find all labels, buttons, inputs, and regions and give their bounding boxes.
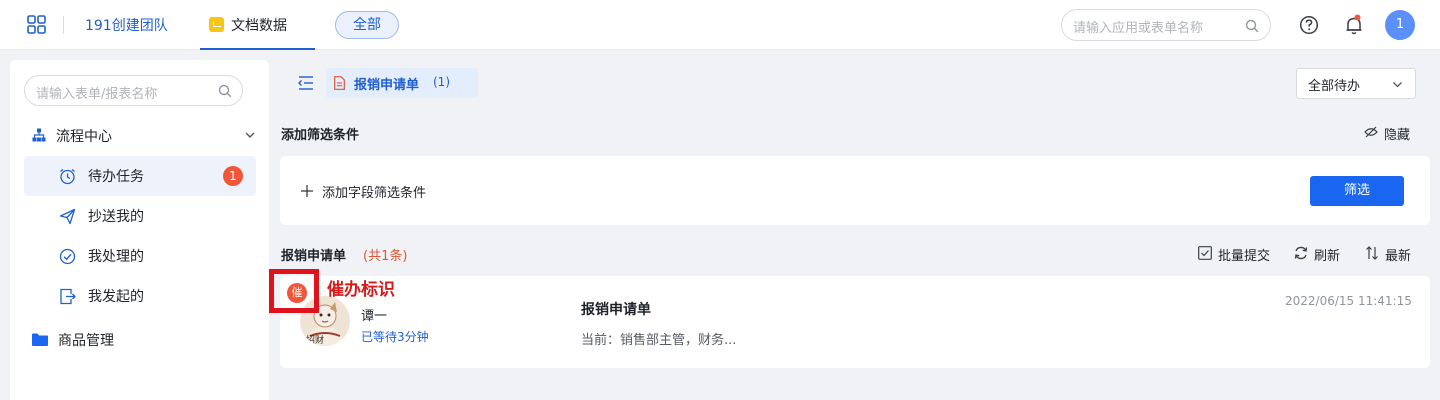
all-button[interactable]: 全部 [335, 11, 399, 39]
task-user-name: 谭一 [361, 309, 388, 324]
form-tab-count: (1) [433, 75, 450, 89]
document-icon [334, 76, 345, 90]
checkbox-list-icon [1198, 246, 1212, 260]
urge-badge: 催 [287, 283, 307, 303]
sidebar: 请输入表单/报表名称 流程中心 待办任务 1 抄送我的 我处理的 我发起的 商品… [10, 60, 269, 400]
sort-icon [1366, 246, 1378, 260]
collapse-sidebar-icon[interactable] [298, 76, 314, 90]
hide-filter-label: 隐藏 [1384, 128, 1411, 143]
alarm-clock-icon [60, 168, 75, 185]
sidebar-group-product-mgmt[interactable]: 商品管理 [24, 325, 256, 355]
chevron-down-icon [1393, 82, 1402, 88]
plus-icon [301, 185, 313, 197]
doc-data-icon [209, 17, 224, 32]
batch-submit-label: 批量提交 [1218, 249, 1271, 264]
form-tab-label: 报销申请单 [354, 78, 420, 93]
sidebar-item-label: 抄送我的 [88, 209, 144, 225]
top-bar: 191创建团队 文档数据 全部 请输入应用或表单名称 1 [0, 0, 1440, 50]
folder-icon [32, 333, 48, 346]
user-avatar[interactable]: 1 [1385, 10, 1415, 40]
export-doc-icon [60, 288, 76, 305]
status-select-value: 全部待办 [1308, 79, 1361, 94]
apps-grid-icon[interactable] [27, 15, 46, 34]
list-title: 报销申请单 [281, 249, 347, 264]
filter-section-title: 添加筛选条件 [281, 128, 360, 143]
form-search-input[interactable]: 请输入表单/报表名称 [24, 75, 243, 106]
filter-card: 添加字段筛选条件 筛选 [280, 156, 1430, 225]
sidebar-item-cc-me[interactable]: 抄送我的 [24, 196, 256, 236]
status-select[interactable]: 全部待办 [1296, 68, 1416, 99]
sort-latest-label: 最新 [1385, 249, 1412, 264]
task-form-name: 报销申请单 [581, 302, 651, 318]
team-name-link[interactable]: 191创建团队 [85, 15, 168, 35]
list-count: (共1条) [363, 249, 408, 264]
eye-off-icon [1364, 126, 1378, 138]
sidebar-item-label: 待办任务 [88, 169, 144, 185]
notification-bell-icon[interactable] [1344, 14, 1364, 36]
app-search-input[interactable]: 请输入应用或表单名称 [1061, 9, 1271, 41]
task-timestamp: 2022/06/15 11:41:15 [1285, 294, 1412, 308]
tab-doc-data[interactable]: 文档数据 [200, 0, 315, 50]
org-chart-icon [32, 128, 46, 142]
urge-annotation-label: 催办标识 [327, 280, 395, 300]
task-card[interactable] [280, 276, 1430, 368]
help-icon[interactable] [1299, 15, 1319, 35]
check-circle-icon [59, 248, 76, 265]
tab-doc-data-label: 文档数据 [231, 18, 287, 34]
sidebar-group-process-center[interactable]: 流程中心 [24, 120, 256, 150]
search-icon[interactable] [218, 84, 232, 98]
refresh-icon [1294, 246, 1308, 260]
task-current-step: 当前：销售部主管，财务... [581, 333, 737, 348]
add-filter-condition-label: 添加字段筛选条件 [322, 186, 427, 201]
sidebar-group2-label: 商品管理 [58, 333, 114, 349]
chevron-down-icon[interactable] [244, 129, 256, 141]
sidebar-item-label: 我发起的 [88, 289, 144, 305]
refresh-label: 刷新 [1314, 249, 1341, 264]
sidebar-item-todo[interactable]: 待办任务 1 [24, 156, 256, 196]
sidebar-item-handled[interactable]: 我处理的 [24, 236, 256, 276]
tab-reimbursement-form[interactable]: 报销申请单 (1) [326, 68, 478, 98]
app-search-placeholder: 请输入应用或表单名称 [1073, 21, 1204, 36]
sidebar-item-label: 我处理的 [88, 249, 144, 265]
sidebar-group-label: 流程中心 [56, 129, 112, 145]
sidebar-item-initiated[interactable]: 我发起的 [24, 276, 256, 316]
paper-plane-icon [59, 208, 76, 225]
form-search-placeholder: 请输入表单/报表名称 [36, 87, 158, 102]
filter-button[interactable]: 筛选 [1310, 176, 1404, 206]
task-wait-time: 已等待3分钟 [361, 330, 429, 344]
search-icon[interactable] [1245, 19, 1259, 33]
divider [63, 16, 64, 34]
todo-count-badge: 1 [223, 166, 243, 186]
